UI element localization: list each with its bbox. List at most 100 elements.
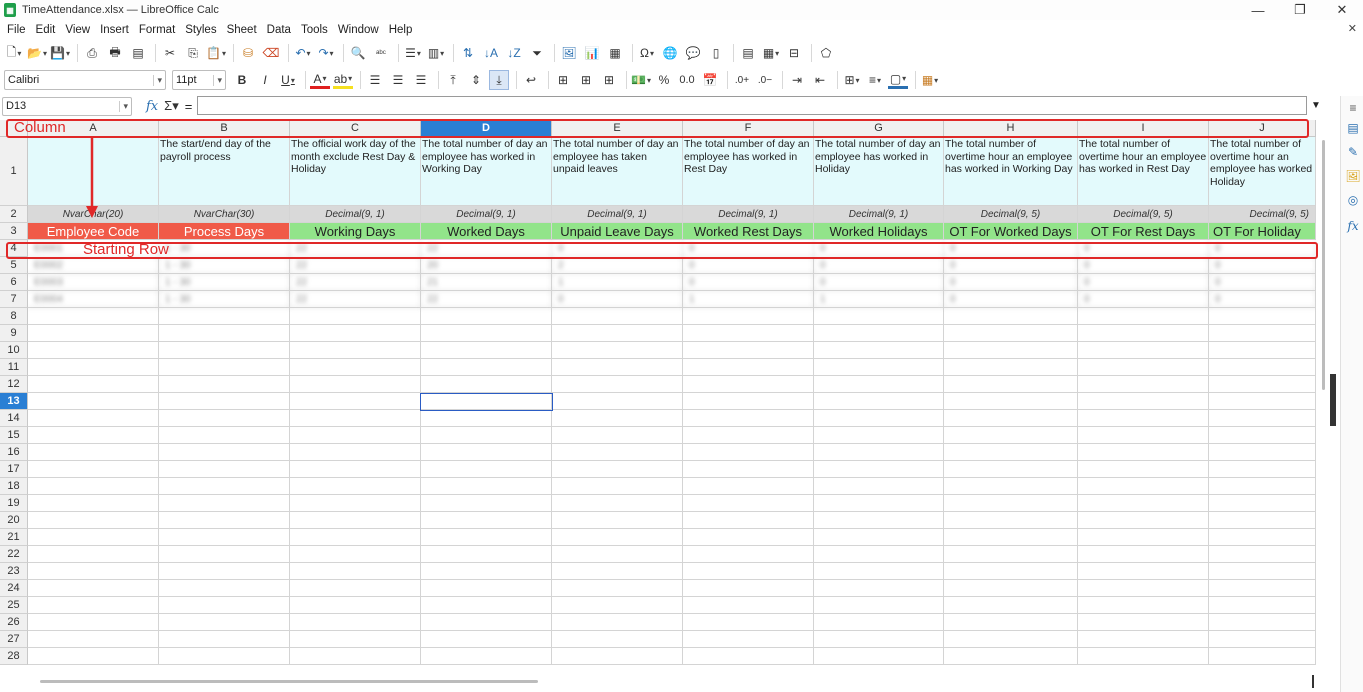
data-cell[interactable]: E0003 [28,274,159,291]
grid-cell[interactable] [683,325,814,342]
undo-icon[interactable]: ↶ [293,43,313,63]
grid-cell[interactable] [944,342,1078,359]
grid-cell[interactable] [944,614,1078,631]
description-cell[interactable]: The total number of overtime hour an emp… [1209,137,1316,206]
row-header-20[interactable]: 20 [0,512,28,529]
grid-cell[interactable] [28,614,159,631]
grid-cell[interactable] [159,308,290,325]
grid-cell[interactable] [683,546,814,563]
vertical-scrollbar[interactable] [1322,140,1325,390]
menu-help[interactable]: Help [386,24,420,36]
row-header-8[interactable]: 8 [0,308,28,325]
grid-cell[interactable] [421,427,552,444]
grid-cell[interactable] [28,478,159,495]
new-icon[interactable]: 🗋 [4,43,24,63]
type-cell[interactable]: Decimal(9, 5) [1078,206,1209,223]
field-header-cell[interactable]: Employee Code [28,223,159,240]
type-cell[interactable]: NvarChar(30) [159,206,290,223]
grid-cell[interactable] [421,461,552,478]
data-cell[interactable]: 2 [552,257,683,274]
grid-cell[interactable] [1209,597,1316,614]
grid-cell[interactable] [944,461,1078,478]
grid-cell[interactable] [28,325,159,342]
grid-cell[interactable] [814,444,944,461]
grid-cell[interactable] [814,478,944,495]
row-header-13[interactable]: 13 [0,393,28,410]
grid-cell[interactable] [290,308,421,325]
grid-cell[interactable] [28,495,159,512]
grid-cell[interactable] [159,461,290,478]
cut-icon[interactable]: ✂ [160,43,180,63]
menu-window[interactable]: Window [335,24,386,36]
percent-format-icon[interactable]: % [654,70,674,90]
data-cell[interactable]: 0 [552,291,683,308]
grid-cell[interactable] [290,512,421,529]
data-cell[interactable]: 0 [1078,291,1209,308]
grid-cell[interactable] [944,376,1078,393]
description-cell[interactable]: The total number of overtime hour an emp… [944,137,1078,206]
underline-button[interactable]: U [278,70,298,90]
split-window-icon[interactable]: ⊟ [784,43,804,63]
type-cell[interactable]: Decimal(9, 1) [421,206,552,223]
grid-cell[interactable] [290,359,421,376]
type-cell[interactable]: Decimal(9, 1) [290,206,421,223]
grid-cell[interactable] [683,597,814,614]
grid-cell[interactable] [814,376,944,393]
field-header-cell[interactable]: OT For Holiday [1209,223,1316,240]
grid-cell[interactable] [421,444,552,461]
grid-cell[interactable] [28,376,159,393]
grid-cell[interactable] [1078,597,1209,614]
data-cell[interactable]: E0002 [28,257,159,274]
header-footer-icon[interactable]: ▯ [706,43,726,63]
insert-chart-icon[interactable]: 📊 [582,43,602,63]
row-header-7[interactable]: 7 [0,291,28,308]
close-window-button[interactable]: ✕ [1321,0,1363,20]
data-cell[interactable]: 21 [421,274,552,291]
grid-cell[interactable] [1078,478,1209,495]
grid-cell[interactable] [1209,393,1316,410]
styles-icon[interactable]: ✎ [1345,144,1361,160]
date-format-icon[interactable]: 📅 [700,70,720,90]
sort-ascending-icon[interactable]: ↓A [481,43,501,63]
grid-cell[interactable] [683,359,814,376]
sort-icon[interactable]: ⇅ [458,43,478,63]
description-cell[interactable]: The total number of day an employee has … [683,137,814,206]
grid-cell[interactable] [944,648,1078,665]
grid-cell[interactable] [159,580,290,597]
grid-cell[interactable] [683,444,814,461]
grid-cell[interactable] [1209,648,1316,665]
align-left-icon[interactable]: ☰ [365,70,385,90]
sidebar-collapse-handle[interactable] [1330,374,1336,426]
grid-cell[interactable] [1078,376,1209,393]
define-print-area-icon[interactable]: ▤ [738,43,758,63]
row-header-27[interactable]: 27 [0,631,28,648]
grid-cell[interactable] [1209,631,1316,648]
currency-format-icon[interactable]: 💵 [631,70,651,90]
grid-cell[interactable] [552,512,683,529]
align-vertical-center-icon[interactable]: ⇕ [466,70,486,90]
clone-format-icon[interactable]: ⛁ [238,43,258,63]
grid-cell[interactable] [28,580,159,597]
grid-cell[interactable] [814,631,944,648]
unmerge-cells-icon[interactable]: ⊞ [599,70,619,90]
grid-cell[interactable] [552,597,683,614]
grid-cell[interactable] [159,495,290,512]
show-draw-functions-icon[interactable]: ⬠ [816,43,836,63]
grid-cell[interactable] [159,648,290,665]
grid-cell[interactable] [421,546,552,563]
grid-cell[interactable] [1078,308,1209,325]
grid-cell[interactable] [159,546,290,563]
data-cell[interactable]: 20 [421,257,552,274]
row-header-10[interactable]: 10 [0,342,28,359]
grid-cell[interactable] [944,393,1078,410]
grid-cell[interactable] [683,512,814,529]
grid-cell[interactable] [1078,444,1209,461]
grid-cell[interactable] [290,546,421,563]
grid-cell[interactable] [683,308,814,325]
row-header-11[interactable]: 11 [0,359,28,376]
data-cell[interactable]: 0 [683,257,814,274]
grid-cell[interactable] [552,461,683,478]
grid-cell[interactable] [1209,427,1316,444]
grid-cell[interactable] [683,376,814,393]
grid-cell[interactable] [683,563,814,580]
